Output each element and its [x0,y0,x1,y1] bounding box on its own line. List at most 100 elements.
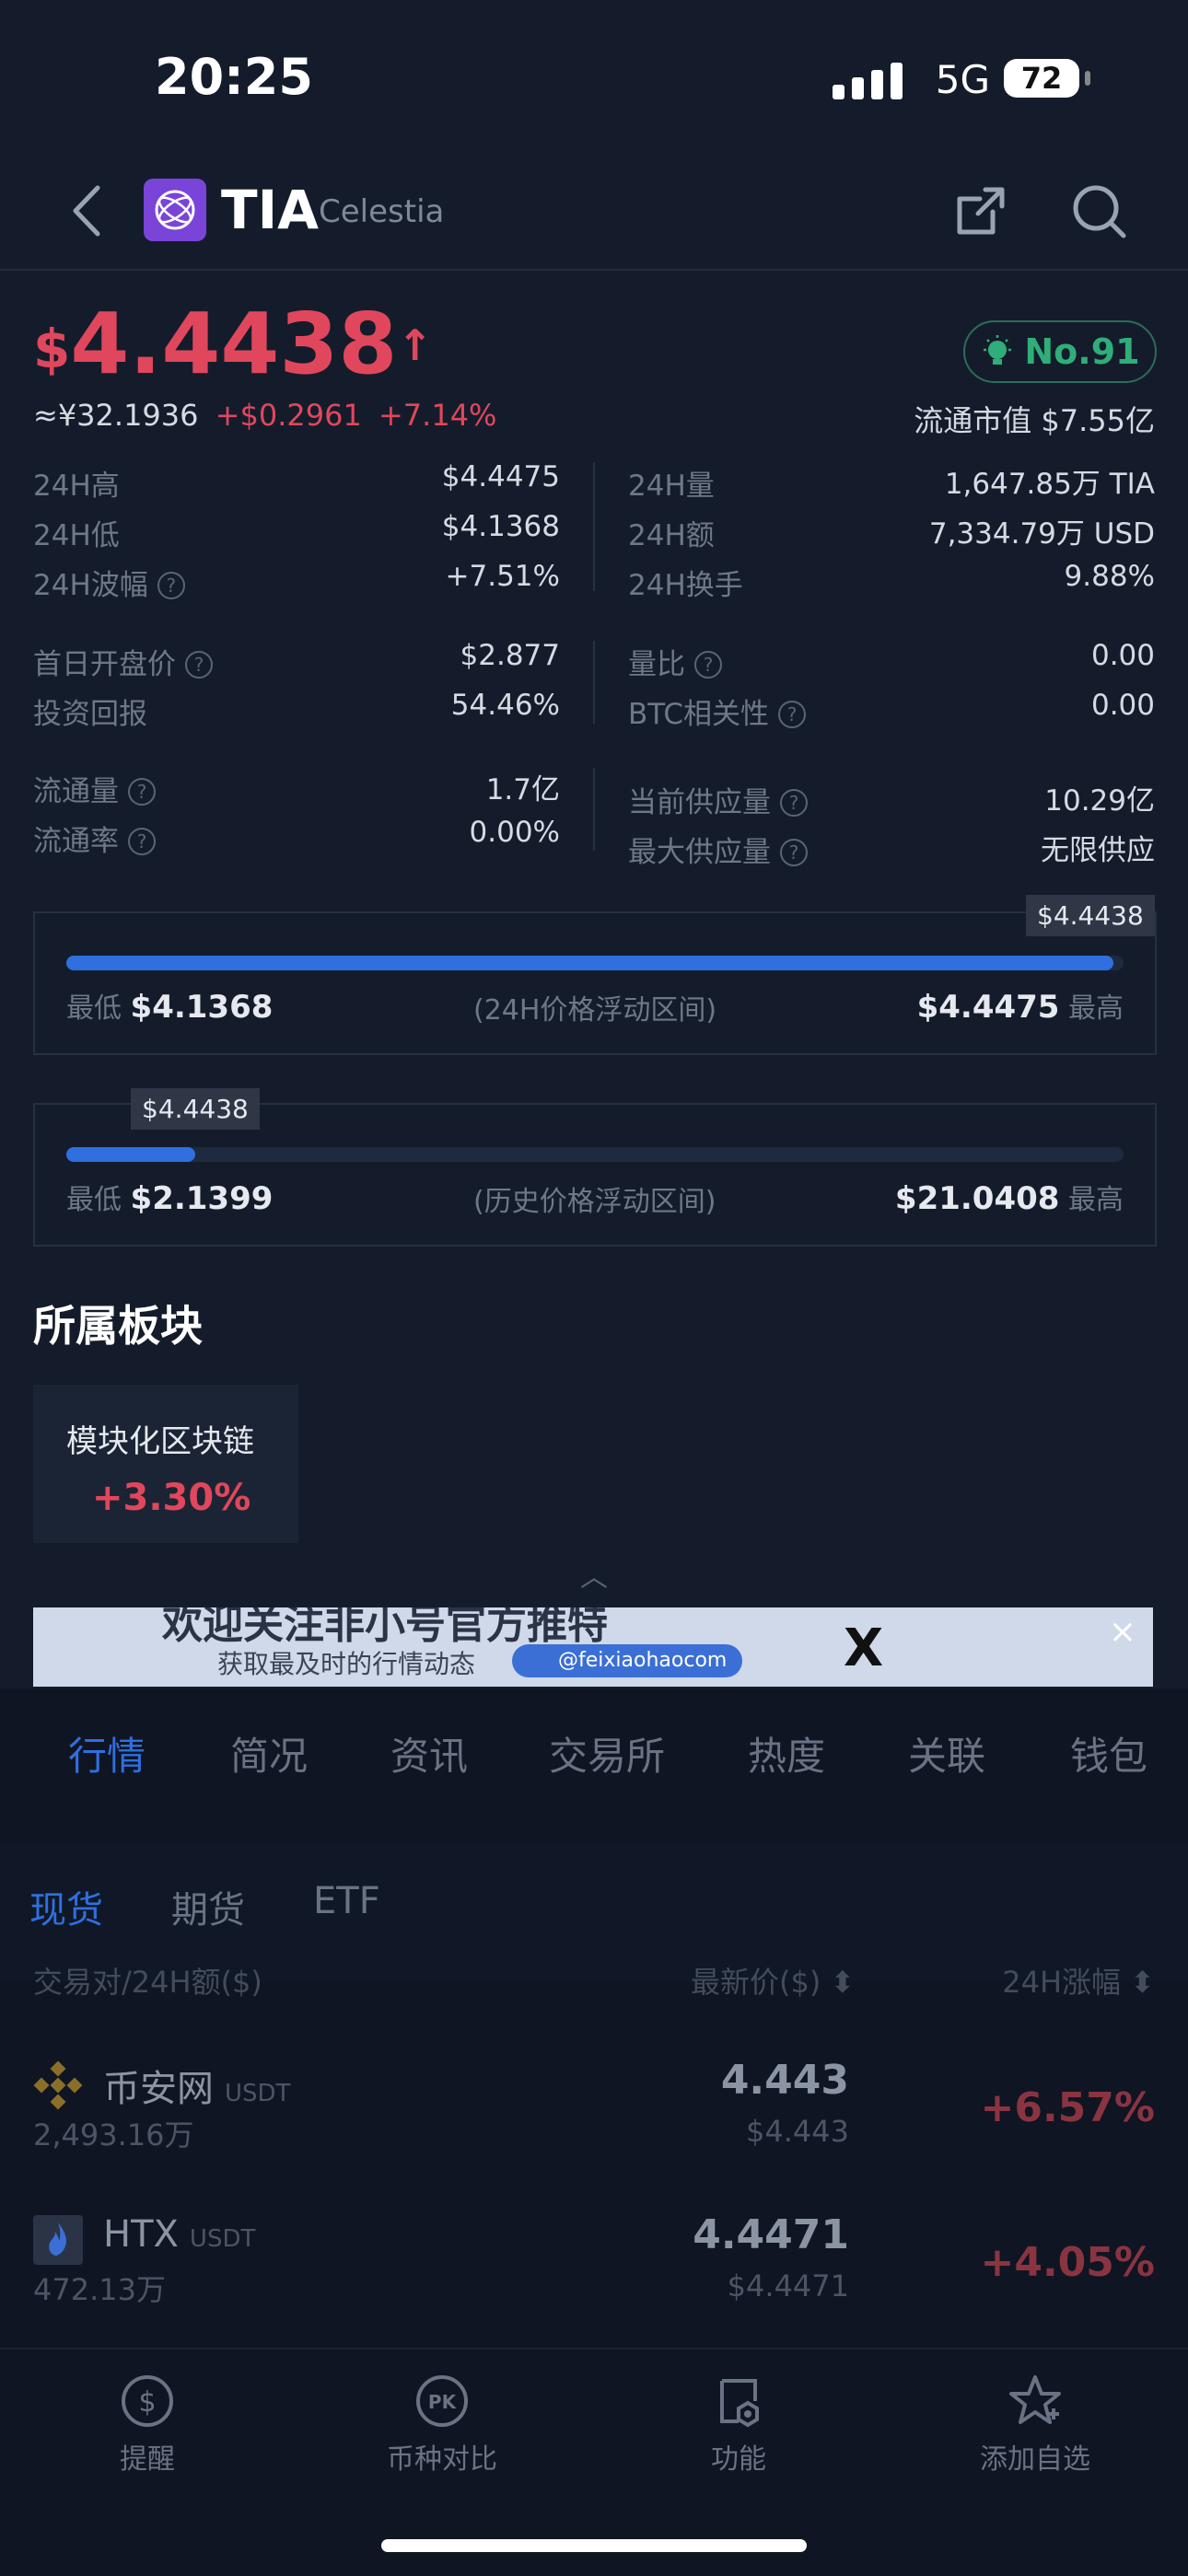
network-type: 5G [935,57,990,102]
stat-24h-turnover-label: 24H换手 [628,569,743,602]
price-subline: ≈¥32.1936 +$0.2961 +7.14% [33,398,496,433]
stats-divider [593,641,595,724]
banner-subline: 获取最及时的行情动态 [217,1649,476,1679]
tab-overview[interactable]: 简况 [230,1725,308,1781]
tab-news[interactable]: 资讯 [390,1725,468,1781]
exchange-price: 4.443 [720,2057,849,2104]
exchange-quote: USDT [189,2225,256,2253]
range-high-value: $4.4475 [916,989,1060,1026]
tab-market[interactable]: 行情 [68,1725,146,1781]
stat-first-open-value: $2.877 [460,639,560,672]
svg-text:$: $ [138,2386,156,2419]
stat-24h-amplitude-value: +7.51% [445,560,560,593]
up-arrow-icon: ↑ [397,320,433,370]
sector-name: 模块化区块链 [66,1423,254,1460]
tab-exchanges[interactable]: 交易所 [549,1725,665,1781]
stats-divider [593,768,595,851]
nav-add-favorite[interactable]: 添加自选 [943,2373,1127,2477]
column-pair: 交易对/24H额($) [33,1965,262,2000]
range-24h-high: $4.4475 最高 [917,985,1124,1026]
range-history-title: (历史价格浮动区间) [473,1186,716,1218]
range-24h-fill [66,956,1113,970]
battery-icon: 72 [1004,59,1090,98]
chevron-up-icon[interactable]: ︿ [580,1554,608,1595]
stat-btc-correlation-value: 0.00 [1090,689,1155,722]
exchange-name: HTX USDT [103,2213,255,2256]
stat-24h-low-value: $4.1368 [441,510,560,543]
stat-label-text: 流通量 [33,775,119,808]
nav-label: 添加自选 [980,2443,1090,2476]
home-indicator[interactable] [381,2539,807,2552]
price-value: 4.4438 [70,295,398,393]
stat-24h-volume-label: 24H量 [628,470,715,503]
coin-header: TIA Celestia [0,157,1188,271]
stat-label-text: 最大供应量 [628,836,771,869]
help-icon[interactable]: ? [128,828,156,855]
close-icon[interactable]: × [1109,1613,1136,1651]
htx-icon [33,2215,83,2265]
promo-banner[interactable]: 欢迎关注非小号官方推特 获取最及时的行情动态 @feixiaohaocom X … [33,1607,1153,1687]
range-low-label: 最低 [66,1184,122,1216]
subtab-spot[interactable]: 现货 [29,1880,103,1933]
range-24h-track [66,956,1124,970]
tab-heat[interactable]: 热度 [748,1725,825,1781]
dollar-alert-icon: $ [122,2375,173,2427]
back-button[interactable] [57,179,122,243]
range-low-value: $4.1368 [130,989,274,1026]
stat-24h-high-value: $4.4475 [441,460,560,493]
exchange-volume: 472.13万 [33,2272,166,2307]
range-24h-current-tag: $4.4438 [1026,895,1155,936]
price-currency: $ [33,318,71,380]
coin-logo [144,179,206,241]
exchange-row[interactable]: HTX USDT 472.13万 4.4471 $4.4471 +4.05% [0,2197,1188,2351]
nav-alert[interactable]: $ 提醒 [55,2373,239,2477]
range-history-fill [66,1147,196,1162]
stat-max-supply-value: 无限供应 [1041,834,1155,867]
range-history-current-tag: $4.4438 [131,1088,260,1130]
exchange-row[interactable]: 币安网 USDT 2,493.16万 4.443 $4.443 +6.57% [0,2042,1188,2197]
subtab-futures[interactable]: 期货 [171,1880,245,1933]
status-time: 20:25 [155,48,313,106]
stat-circulation-rate-label: 流通率? [33,818,156,859]
sector-change: +3.30% [92,1477,251,1519]
chevron-left-icon [73,185,100,237]
range-24h: $4.4438 最低 $4.1368 (24H价格浮动区间) $4.4475 最… [33,895,1157,1055]
stats-divider [593,462,595,591]
share-button[interactable] [950,180,1011,241]
help-icon[interactable]: ? [157,572,185,599]
help-icon[interactable]: ? [694,651,722,679]
nav-label: 币种对比 [387,2443,497,2476]
stat-label-text: 流通率 [33,825,119,858]
stat-24h-amount-value: 7,334.79万 USD [928,517,1155,551]
stat-max-supply-label: 最大供应量? [628,829,808,870]
column-change-sort[interactable]: 24H涨幅 ⬍ [1002,1959,1155,2002]
nav-compare[interactable]: PK 币种对比 [350,2373,534,2477]
help-icon[interactable]: ? [128,778,156,806]
sector-card[interactable]: 模块化区块链 +3.30% [33,1385,298,1543]
current-price: $4.4438↑ [33,295,433,393]
nav-functions[interactable]: 功能 [646,2373,831,2477]
star-add-icon [1009,2375,1061,2424]
range-history-track [66,1147,1124,1162]
stat-24h-amount-label: 24H额 [628,519,715,552]
tab-related[interactable]: 关联 [908,1725,985,1781]
stat-current-supply-value: 10.29亿 [1044,784,1155,818]
help-icon[interactable]: ? [185,651,213,679]
price-cny: ≈¥32.1936 [33,398,199,433]
subtab-etf[interactable]: ETF [313,1880,380,1922]
exchange-change: +6.57% [980,2084,1155,2131]
stat-label-text: 首日开盘价 [33,648,176,681]
x-logo-icon: X [844,1619,884,1678]
price-change-abs: +$0.2961 [215,398,362,433]
exchange-name-text: HTX [103,2213,179,2256]
search-button[interactable] [1068,180,1129,241]
pk-icon: PK [416,2375,468,2427]
exchange-price-usd: $4.4471 [727,2269,849,2303]
range-high-value: $21.0408 [894,1180,1060,1217]
rank-badge[interactable]: No.91 [963,320,1157,383]
stat-current-supply-label: 当前供应量? [628,779,808,820]
range-history-high: $21.0408 最高 [895,1177,1124,1217]
share-icon [957,187,1005,235]
tab-wallet[interactable]: 钱包 [1070,1725,1147,1781]
column-price-sort[interactable]: 最新价($) ⬍ [691,1959,855,2002]
